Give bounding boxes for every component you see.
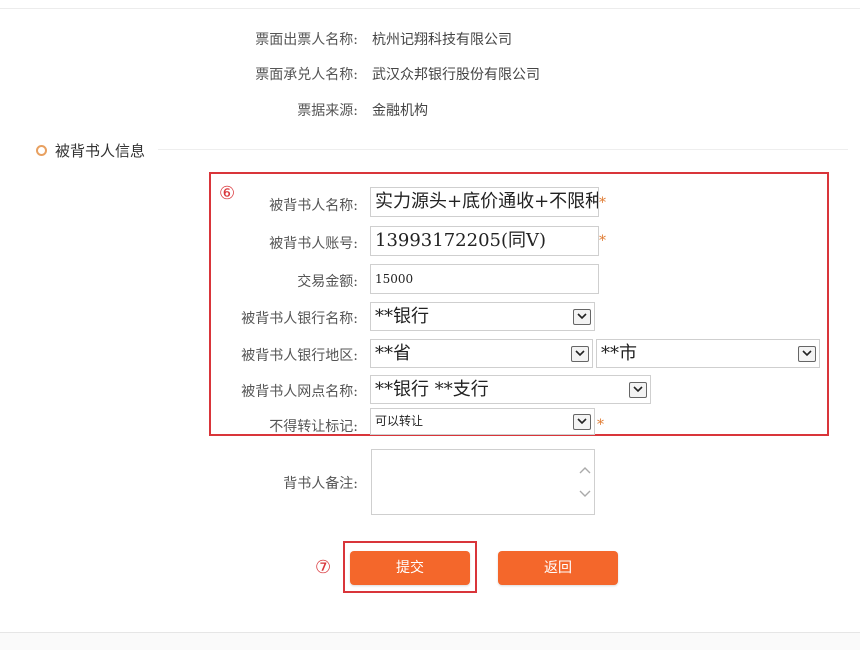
bank-name-value: **银行 bbox=[375, 306, 429, 327]
issuer-value: 杭州记翔科技有限公司 bbox=[372, 32, 512, 48]
remark-textarea[interactable] bbox=[371, 449, 595, 515]
remark-label: 背书人备注: bbox=[283, 476, 358, 492]
source-value: 金融机构 bbox=[372, 103, 428, 119]
required-mark: * bbox=[599, 233, 606, 249]
acceptor-value: 武汉众邦银行股份有限公司 bbox=[372, 67, 540, 83]
required-mark: * bbox=[599, 195, 606, 211]
endorsee-account-input[interactable]: 13993172205(同V) bbox=[370, 226, 599, 256]
acceptor-row: 票面承兑人名称: 武汉众邦银行股份有限公司 bbox=[0, 65, 860, 85]
footer bbox=[0, 633, 860, 650]
branch-label: 被背书人网点名称: bbox=[241, 384, 358, 400]
chevron-down-icon[interactable] bbox=[798, 345, 816, 362]
source-row: 票据来源: 金融机构 bbox=[0, 101, 860, 121]
chevron-down-icon[interactable] bbox=[578, 488, 592, 500]
acceptor-label: 票面承兑人名称: bbox=[255, 67, 358, 83]
endorsee-name-label: 被背书人名称: bbox=[269, 198, 358, 214]
chevron-down-icon[interactable] bbox=[571, 345, 589, 362]
top-divider bbox=[0, 0, 860, 9]
transfer-flag-value: 可以转让 bbox=[375, 414, 424, 428]
section-title: 被背书人信息 bbox=[55, 141, 146, 160]
province-select[interactable]: **省 bbox=[370, 339, 593, 368]
endorsee-name-input[interactable]: 实力源头+底价通收+不限种类 bbox=[370, 187, 599, 217]
chevron-down-icon[interactable] bbox=[573, 308, 591, 325]
annotation-marker-7: ⑦ bbox=[315, 557, 332, 578]
issuer-row: 票面出票人名称: 杭州记翔科技有限公司 bbox=[0, 30, 860, 50]
province-value: **省 bbox=[375, 343, 411, 364]
back-button[interactable]: 返回 bbox=[498, 551, 618, 585]
section-divider bbox=[158, 149, 848, 150]
submit-button[interactable]: 提交 bbox=[350, 551, 470, 585]
chevron-up-icon[interactable] bbox=[578, 464, 592, 476]
section-header: 被背书人信息 bbox=[36, 139, 145, 161]
branch-select[interactable]: **银行 **支行 bbox=[370, 375, 651, 404]
bank-name-label: 被背书人银行名称: bbox=[241, 311, 358, 327]
endorsee-account-label: 被背书人账号: bbox=[269, 236, 358, 252]
city-select[interactable]: **市 bbox=[596, 339, 820, 368]
amount-label: 交易金额: bbox=[297, 274, 358, 290]
transfer-flag-select[interactable]: 可以转让 bbox=[370, 408, 595, 435]
branch-value: **银行 **支行 bbox=[375, 379, 489, 400]
chevron-down-icon[interactable] bbox=[629, 381, 647, 398]
chevron-down-icon[interactable] bbox=[573, 413, 591, 430]
city-value: **市 bbox=[601, 343, 637, 364]
required-mark: * bbox=[597, 417, 604, 433]
transfer-flag-label: 不得转让标记: bbox=[269, 419, 358, 435]
amount-input[interactable]: 15000 bbox=[370, 264, 599, 294]
bank-region-label: 被背书人银行地区: bbox=[241, 348, 358, 364]
issuer-label: 票面出票人名称: bbox=[255, 32, 358, 48]
source-label: 票据来源: bbox=[297, 103, 358, 119]
circle-bullet-icon bbox=[36, 144, 47, 156]
bank-name-select[interactable]: **银行 bbox=[370, 302, 595, 331]
